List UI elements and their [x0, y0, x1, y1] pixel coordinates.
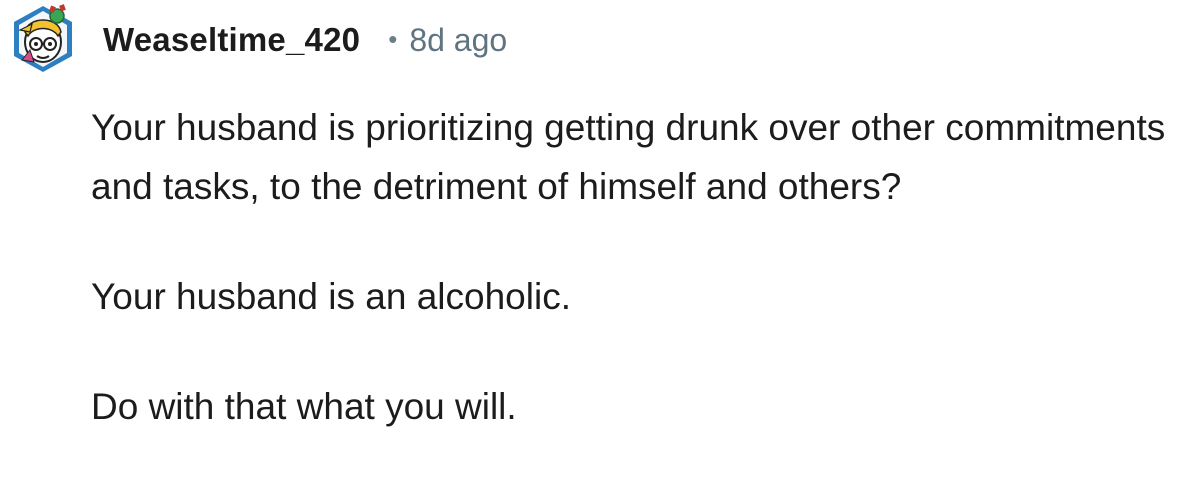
comment-paragraph: Your husband is an alcoholic. [91, 276, 571, 317]
username-link[interactable]: Weaseltime_420 [103, 21, 360, 59]
snoo-avatar-icon[interactable] [8, 2, 78, 76]
comment-paragraph: Do with that what you will. [91, 386, 517, 427]
comment: Weaseltime_420 • 8d ago Your husband is … [0, 0, 1183, 496]
comment-meta: Weaseltime_420 • 8d ago [103, 19, 507, 61]
comment-paragraph: Your husband is prioritizing getting dru… [91, 107, 1166, 207]
timestamp[interactable]: 8d ago [409, 22, 507, 59]
meta-separator: • [388, 23, 398, 54]
comment-body: Your husband is prioritizing getting dru… [91, 98, 1176, 436]
